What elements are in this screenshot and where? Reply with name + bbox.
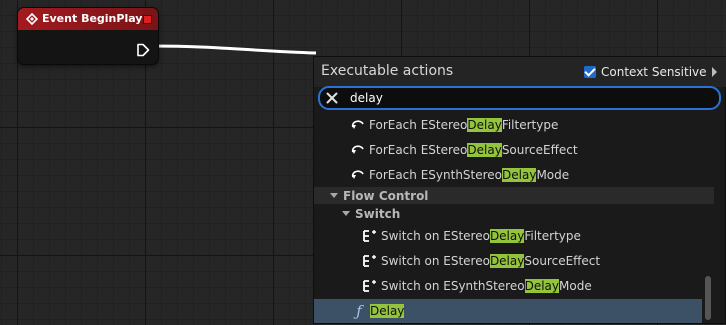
action-label-pre: Switch on EStereo bbox=[381, 254, 490, 268]
subcategory-label: Switch bbox=[355, 206, 401, 221]
expand-arrow-icon[interactable] bbox=[342, 211, 350, 216]
subcategory-switch[interactable]: Switch bbox=[314, 205, 714, 222]
match-highlight: Delay bbox=[467, 118, 502, 132]
menu-header: Executable actions Context Sensitive bbox=[314, 57, 726, 87]
event-beginplay-node[interactable]: Event BeginPlay bbox=[18, 8, 158, 64]
clear-search-icon[interactable] bbox=[326, 92, 338, 104]
action-item[interactable]: Switch on ESynthStereo Delay Mode bbox=[314, 274, 714, 298]
context-sensitive-label: Context Sensitive bbox=[601, 65, 707, 79]
context-sensitive-checkbox[interactable] bbox=[584, 66, 596, 78]
action-item[interactable]: ForEach ESynthStereo Delay Mode bbox=[314, 163, 714, 187]
match-highlight: Delay bbox=[524, 279, 559, 293]
match-highlight: Delay bbox=[467, 143, 502, 157]
foreach-loop-icon bbox=[351, 120, 364, 129]
action-label-post: SourceEffect bbox=[501, 143, 578, 157]
category-label: Flow Control bbox=[343, 188, 429, 203]
switch-node-icon bbox=[363, 280, 376, 292]
scrollbar[interactable] bbox=[704, 112, 712, 324]
action-label-pre: Switch on EStereo bbox=[381, 229, 490, 243]
chevron-right-icon[interactable] bbox=[711, 67, 717, 77]
action-item[interactable]: ForEach EStereo Delay SourceEffect bbox=[314, 138, 714, 162]
node-title: Event BeginPlay bbox=[42, 12, 143, 25]
match-highlight: Delay bbox=[489, 254, 525, 268]
event-diamond-icon bbox=[26, 13, 38, 25]
action-label-pre: ForEach ESynthStereo bbox=[369, 168, 503, 182]
expand-arrow-icon[interactable] bbox=[330, 193, 338, 198]
action-label-post: SourceEffect bbox=[524, 254, 601, 268]
match-highlight: Delay bbox=[370, 304, 405, 318]
match-highlight: Delay bbox=[489, 229, 525, 243]
search-input[interactable] bbox=[350, 90, 700, 106]
category-flow-control[interactable]: Flow Control bbox=[314, 187, 714, 204]
action-label-post: Filtertype bbox=[524, 229, 581, 243]
action-label-pre: ForEach EStereo bbox=[369, 118, 468, 132]
menu-title: Executable actions bbox=[321, 63, 454, 79]
delegate-pin-icon[interactable] bbox=[143, 15, 152, 24]
match-highlight: Delay bbox=[502, 168, 537, 182]
action-item[interactable]: Switch on EStereo Delay Filtertype bbox=[314, 224, 714, 248]
action-label-post: Filtertype bbox=[501, 118, 559, 132]
action-item[interactable]: Switch on EStereo Delay SourceEffect bbox=[314, 249, 714, 273]
exec-output-pin-icon[interactable] bbox=[136, 43, 150, 57]
scrollbar-thumb[interactable] bbox=[705, 276, 711, 320]
foreach-loop-icon bbox=[351, 170, 364, 179]
node-header[interactable]: Event BeginPlay bbox=[18, 8, 158, 30]
action-label-pre: ForEach EStereo bbox=[369, 143, 468, 157]
function-icon: ƒ bbox=[356, 302, 362, 320]
context-sensitive-toggle[interactable]: Context Sensitive bbox=[584, 65, 717, 79]
action-label-pre: Switch on ESynthStereo bbox=[381, 279, 525, 293]
switch-node-icon bbox=[363, 255, 376, 267]
switch-node-icon bbox=[363, 230, 376, 242]
foreach-loop-icon bbox=[351, 145, 364, 154]
action-item-selected[interactable]: ƒ Delay bbox=[314, 299, 702, 323]
action-item[interactable]: ForEach EStereo Delay Filtertype bbox=[314, 113, 714, 137]
action-label-post: Mode bbox=[536, 168, 570, 182]
action-label-post: Mode bbox=[559, 279, 592, 293]
search-box[interactable] bbox=[318, 86, 721, 110]
